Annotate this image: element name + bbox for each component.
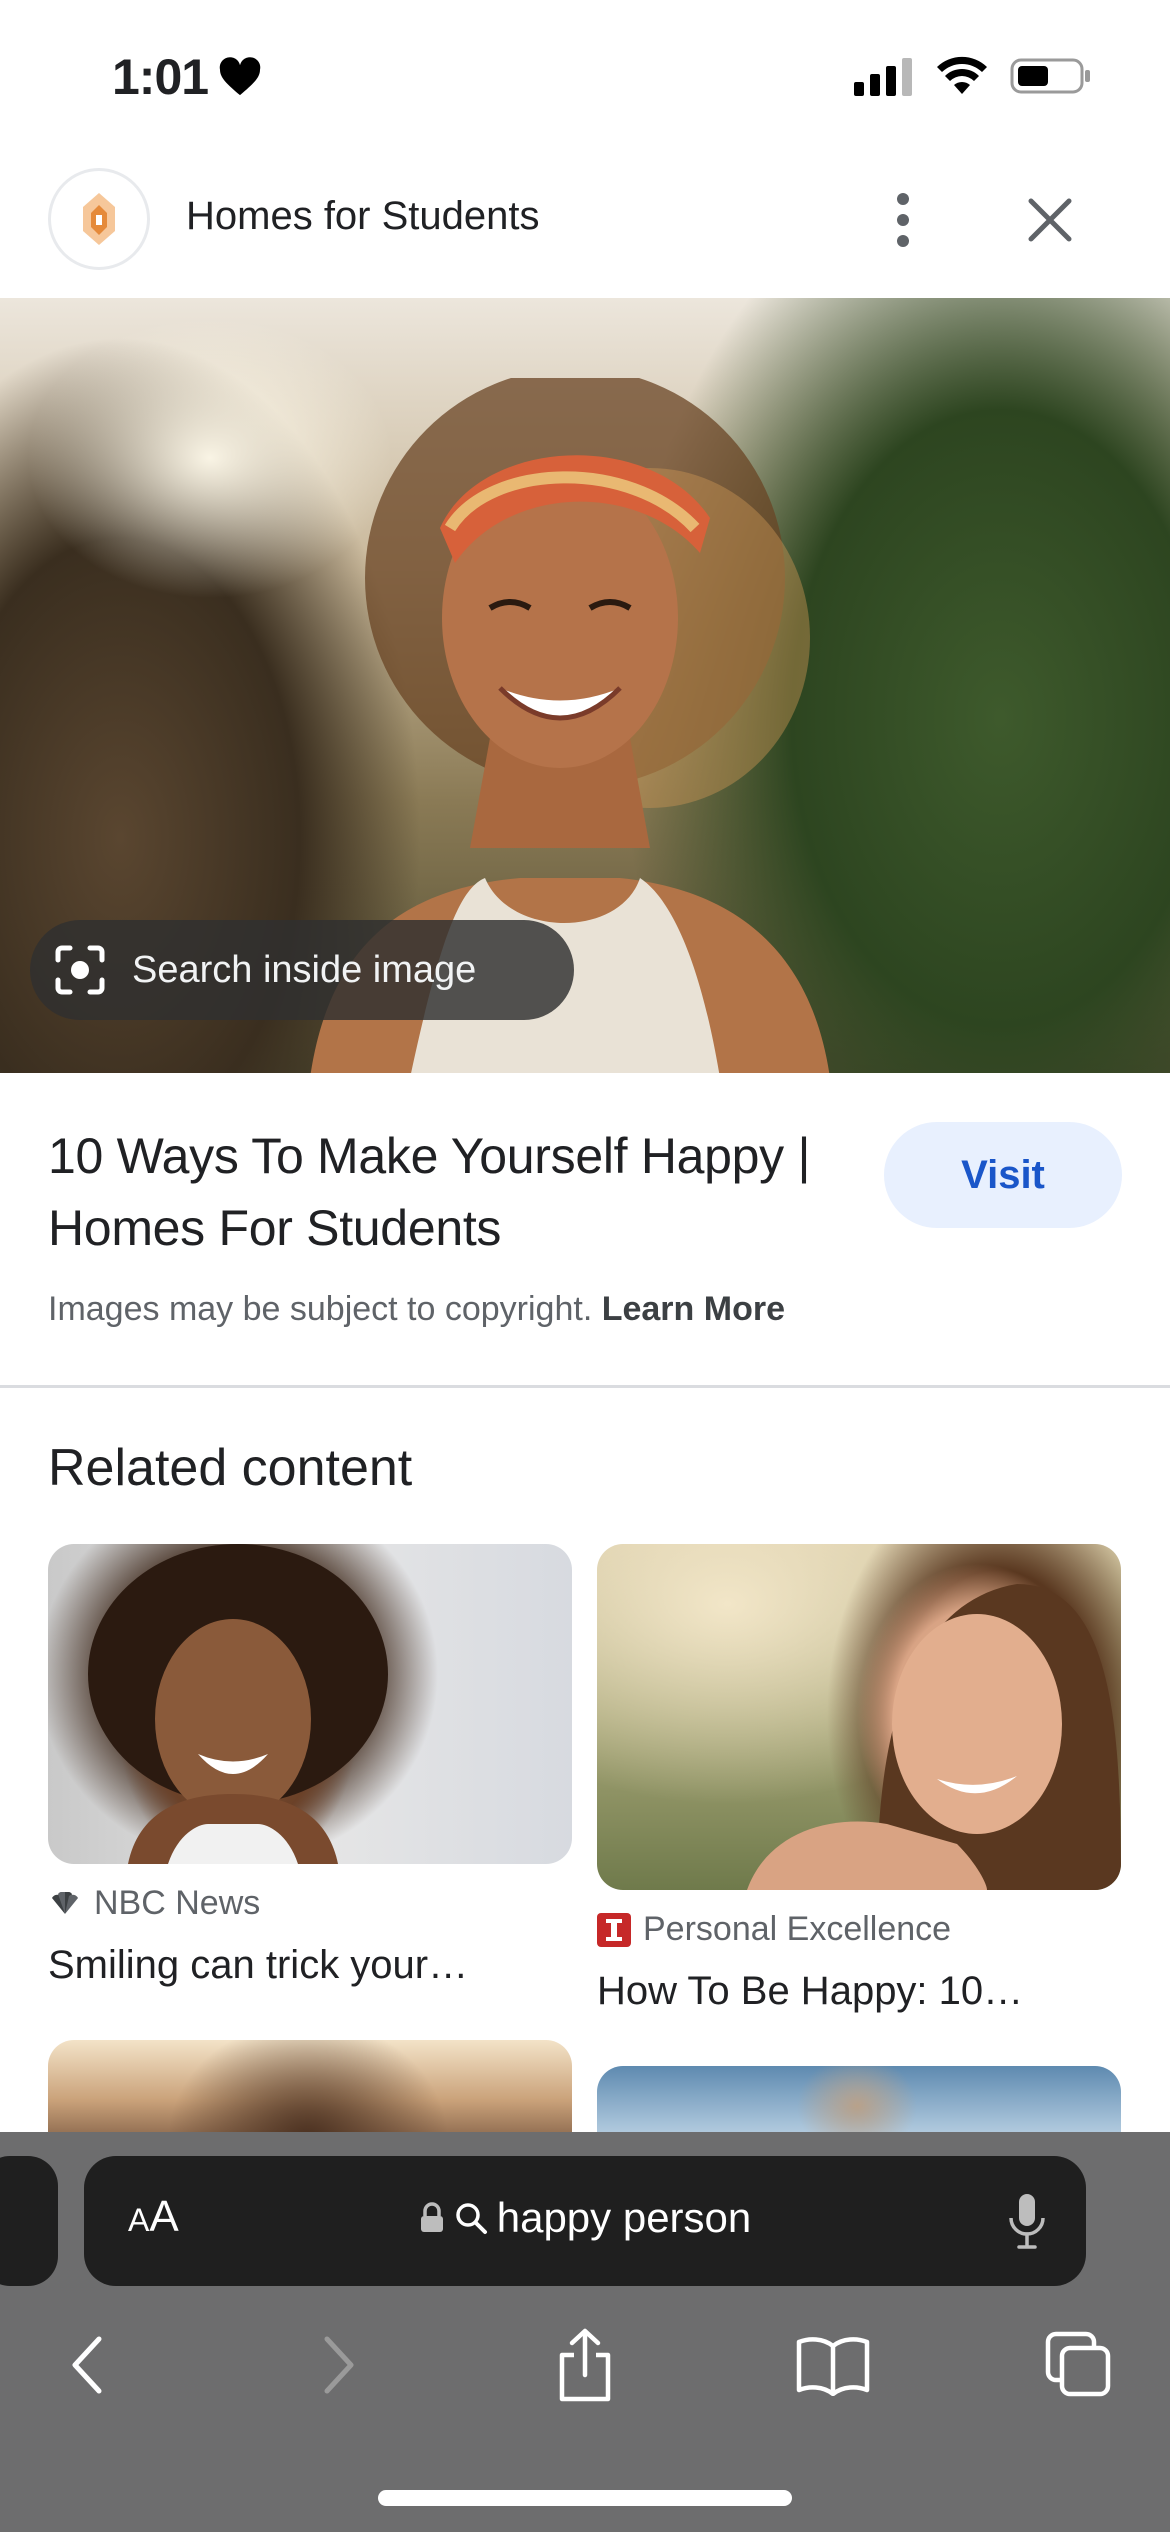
more-options-button[interactable] [880, 180, 926, 260]
home-indicator [378, 2490, 792, 2506]
forward-icon [324, 2336, 354, 2394]
related-card-title[interactable]: How To Be Happy: 10… [597, 1969, 1121, 2014]
related-card-image[interactable] [48, 1544, 572, 1864]
wifi-icon [937, 56, 987, 94]
status-icons [854, 56, 1092, 96]
more-vert-icon [897, 193, 909, 247]
mic-icon [1009, 2194, 1045, 2249]
section-divider [0, 1385, 1170, 1388]
voice-search-button[interactable] [1002, 2186, 1052, 2256]
share-button[interactable] [540, 2320, 630, 2410]
personal-excellence-icon [597, 1912, 631, 1947]
related-card-title[interactable]: Smiling can trick your… [48, 1943, 572, 1988]
related-card-source-name: NBC News [94, 1884, 261, 1922]
url-text: happy person [496, 2194, 752, 2241]
site-logo[interactable] [48, 168, 150, 270]
visit-button[interactable]: Visit [884, 1122, 1122, 1228]
copyright-text: Images may be subject to copyright. [48, 1290, 593, 1328]
homes-for-students-logo-icon [83, 193, 115, 245]
lens-icon [55, 945, 105, 995]
preview-image[interactable]: Search inside image [0, 298, 1170, 1073]
battery-icon [1010, 58, 1090, 94]
url-field[interactable]: happy person [84, 2194, 1086, 2242]
status-time: 1:01 [112, 48, 262, 106]
image-viewer-header: Homes for Students [0, 150, 1170, 298]
address-bar[interactable]: AA happy person [84, 2156, 1086, 2286]
related-card[interactable]: Personal Excellence How To Be Happy: 10… [597, 1544, 1121, 2014]
result-title[interactable]: 10 Ways To Make Yourself Happy | Homes F… [48, 1120, 828, 1264]
back-button[interactable] [42, 2320, 132, 2410]
related-card-source: Personal Excellence [597, 1910, 1121, 1949]
close-icon [1028, 198, 1072, 242]
smiling-woman-long-hair-illustration [747, 1584, 1121, 1890]
site-name[interactable]: Homes for Students [186, 194, 540, 239]
close-button[interactable] [1010, 180, 1090, 260]
learn-more-link[interactable]: Learn More [602, 1290, 785, 1328]
forward-button[interactable] [294, 2320, 384, 2410]
nbc-peacock-icon [52, 1891, 78, 1914]
smiling-woman-curly-hair-illustration [88, 1544, 388, 1864]
search-icon [455, 2203, 487, 2234]
copyright-notice: Images may be subject to copyright. Lear… [48, 1290, 785, 1329]
related-card[interactable]: NBC News Smiling can trick your… [48, 1544, 572, 1988]
share-icon [559, 2328, 611, 2402]
related-card-source: NBC News [48, 1884, 572, 1923]
bookmarks-icon [796, 2337, 870, 2396]
browser-toolbar [0, 2302, 1170, 2422]
search-inside-image-button[interactable]: Search inside image [30, 920, 574, 1020]
tabs-icon [1045, 2331, 1111, 2397]
tabs-button[interactable] [1034, 2320, 1124, 2410]
related-card-image[interactable] [597, 1544, 1121, 1890]
back-icon [72, 2336, 102, 2394]
lock-icon [420, 2202, 443, 2232]
previous-tab-peek[interactable] [0, 2156, 58, 2286]
related-card-source-name: Personal Excellence [643, 1910, 952, 1948]
clock: 1:01 [112, 49, 209, 105]
heart-icon [219, 57, 261, 96]
search-inside-image-label: Search inside image [132, 948, 477, 991]
related-content-heading: Related content [48, 1439, 413, 1497]
status-bar: 1:01 [0, 0, 1170, 150]
bookmarks-button[interactable] [788, 2320, 878, 2410]
signal-icon [854, 58, 912, 96]
